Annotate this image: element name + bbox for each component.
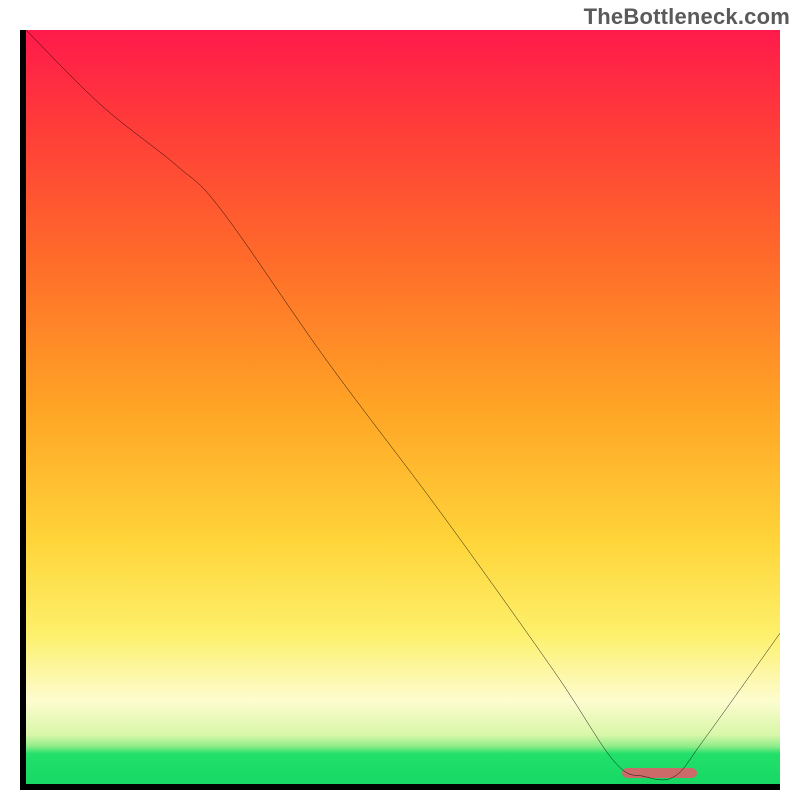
chart-root: TheBottleneck.com (0, 0, 800, 800)
curve-path (26, 30, 780, 780)
plot-frame (20, 30, 780, 790)
watermark-text: TheBottleneck.com (584, 4, 790, 30)
plot-area (26, 30, 780, 784)
bottleneck-curve (26, 30, 780, 784)
